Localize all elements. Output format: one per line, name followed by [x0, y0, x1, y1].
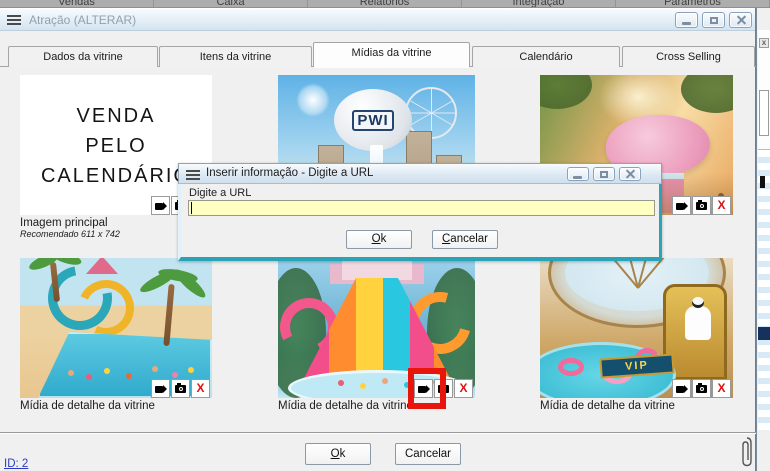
- dialog-title: Inserir informação - Digite a URL: [206, 167, 373, 179]
- grid-mark: [760, 176, 765, 188]
- delete-media-button[interactable]: X: [712, 196, 731, 215]
- footer-divider: [0, 432, 756, 434]
- delete-media-button[interactable]: X: [712, 379, 731, 398]
- delete-media-button[interactable]: X: [454, 379, 473, 398]
- url-field-label: Digite a URL: [189, 187, 251, 199]
- media-caption-2: Mídia de detalhe da vitrine: [278, 400, 413, 412]
- video-media-button[interactable]: [672, 196, 691, 215]
- tab-calendario[interactable]: Calendário: [472, 46, 620, 67]
- main-image-caption: Imagem principal: [20, 217, 108, 229]
- dialog-close-button[interactable]: [619, 167, 641, 181]
- delete-x-icon: X: [713, 380, 730, 397]
- minimize-button[interactable]: [675, 12, 698, 28]
- maximize-button[interactable]: [702, 12, 725, 28]
- video-camera-icon: [676, 386, 684, 393]
- dialog-cancel-button[interactable]: Cancelar: [432, 230, 498, 249]
- minimize-icon: [573, 176, 582, 179]
- video-media-button[interactable]: [151, 379, 170, 398]
- menu-item-parametros[interactable]: Parâmetros: [616, 0, 770, 8]
- detail-media-thumbnail-1: X: [20, 258, 212, 398]
- tab-bar: Dados da vitrine Itens da vitrine Mídias…: [0, 34, 756, 67]
- delete-x-icon: X: [713, 197, 730, 214]
- photo-media-button[interactable]: [692, 379, 711, 398]
- background-cell: [759, 90, 769, 136]
- video-media-button[interactable]: [151, 196, 170, 215]
- menu-item-integracao[interactable]: Integração: [462, 0, 616, 8]
- paperclip-icon: [740, 436, 754, 468]
- menu-item-vendas[interactable]: Vendas: [0, 0, 154, 8]
- pwi-logo: PWI: [352, 110, 393, 131]
- dialog-titlebar[interactable]: Inserir informação - Digite a URL: [178, 163, 662, 184]
- selected-grid-row: [758, 327, 770, 340]
- photo-media-button[interactable]: [692, 196, 711, 215]
- window-titlebar[interactable]: Atração (ALTERAR): [0, 8, 755, 31]
- dialog-menu-icon: [186, 170, 200, 180]
- video-camera-icon: [155, 203, 163, 210]
- dialog-minimize-button[interactable]: [567, 167, 589, 181]
- video-media-button[interactable]: [672, 379, 691, 398]
- tab-midias-da-vitrine[interactable]: Mídias da vitrine: [313, 42, 470, 67]
- close-button[interactable]: [729, 12, 752, 28]
- dialog-ok-button[interactable]: Ok: [346, 230, 412, 249]
- delete-media-button[interactable]: X: [191, 379, 210, 398]
- text-caret: [191, 202, 192, 214]
- minimize-icon: [682, 22, 691, 25]
- delete-x-icon: X: [192, 380, 209, 397]
- tab-itens-da-vitrine[interactable]: Itens da vitrine: [159, 46, 312, 67]
- media-caption-1: Mídia de detalhe da vitrine: [20, 400, 155, 412]
- url-dialog: Inserir informação - Digite a URL Digite…: [178, 163, 662, 261]
- detail-media-thumbnail-3: VIP X: [540, 258, 733, 398]
- video-camera-icon: [676, 203, 684, 210]
- delete-x-icon: X: [455, 380, 472, 397]
- tab-cross-selling[interactable]: Cross Selling: [622, 46, 755, 67]
- background-grid-rows: [758, 150, 770, 430]
- maximize-icon: [710, 17, 718, 24]
- photo-media-button[interactable]: [171, 379, 190, 398]
- screen: Vendas Caixa Relatórios Integração Parâm…: [0, 0, 770, 471]
- menu-item-caixa[interactable]: Caixa: [154, 0, 308, 8]
- video-camera-icon: [155, 386, 163, 393]
- close-icon[interactable]: x: [759, 38, 769, 48]
- window-title: Atração (ALTERAR): [29, 13, 136, 27]
- dialog-maximize-button[interactable]: [593, 167, 615, 181]
- cancel-button[interactable]: Cancelar: [395, 443, 461, 465]
- recommended-size-note: Recomendado 611 x 742: [20, 229, 120, 239]
- app-menu-bar: Vendas Caixa Relatórios Integração Parâm…: [0, 0, 770, 8]
- url-input[interactable]: [188, 200, 655, 216]
- tab-dados-da-vitrine[interactable]: Dados da vitrine: [8, 46, 158, 67]
- id-link[interactable]: ID: 2: [4, 458, 28, 470]
- menu-item-relatorios[interactable]: Relatórios: [308, 0, 462, 8]
- ok-button[interactable]: Ok: [305, 443, 371, 465]
- maximize-icon: [600, 171, 608, 178]
- window-menu-icon[interactable]: [7, 15, 21, 25]
- media-caption-3: Mídia de detalhe da vitrine: [540, 400, 675, 412]
- highlight-box: [408, 368, 446, 409]
- background-window-strip: x: [756, 8, 770, 471]
